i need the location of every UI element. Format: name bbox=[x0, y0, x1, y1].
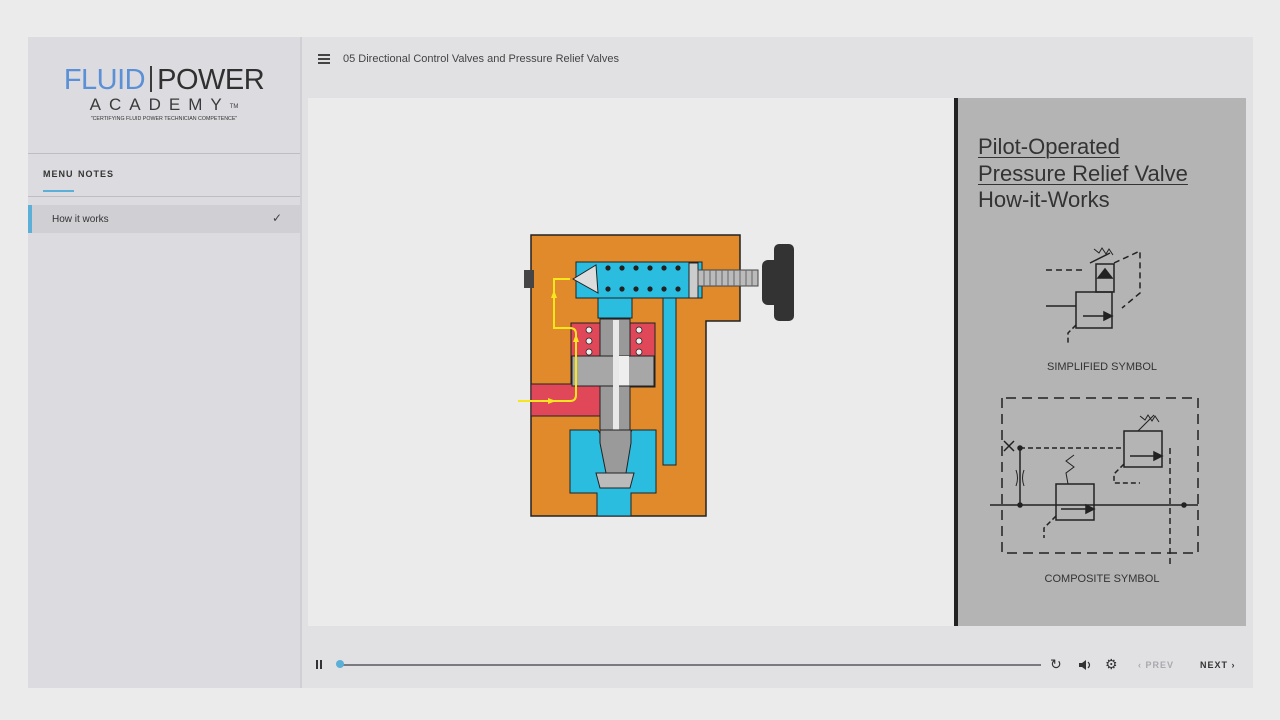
slide-stage: Pilot-Operated Pressure Relief Valve How… bbox=[308, 98, 1246, 626]
logo-tagline: "CERTIFYING FLUID POWER TECHNICIAN COMPE… bbox=[90, 116, 238, 122]
simplified-symbol bbox=[1046, 247, 1141, 343]
logo-word-power: POWER bbox=[157, 64, 265, 96]
spring-seat bbox=[688, 262, 699, 299]
sidebar-tabs: MENU NOTES bbox=[28, 154, 300, 197]
next-button-label: NEXT bbox=[1200, 660, 1229, 670]
replay-icon[interactable]: ↻ bbox=[1050, 656, 1062, 673]
hamburger-icon[interactable] bbox=[318, 54, 330, 64]
valve-box bbox=[1075, 291, 1113, 329]
sidebar: FLUID POWER ACADEMYTM "CERTIFYING FLUID P… bbox=[28, 37, 302, 688]
checkmark-icon: ✓ bbox=[271, 211, 282, 225]
pilot-valve-box bbox=[1123, 430, 1163, 468]
main-valve-box bbox=[1055, 483, 1095, 521]
info-panel: Pilot-Operated Pressure Relief Valve How… bbox=[954, 98, 1246, 626]
active-indicator bbox=[28, 205, 32, 233]
header: 05 Directional Control Valves and Pressu… bbox=[302, 37, 1253, 82]
sidebar-item-how-it-works[interactable]: How it works ✓ bbox=[28, 205, 300, 233]
tab-notes[interactable]: NOTES bbox=[78, 169, 114, 190]
brand-logo: FLUID POWER ACADEMYTM "CERTIFYING FLUID P… bbox=[28, 37, 300, 154]
course-player: FLUID POWER ACADEMYTM "CERTIFYING FLUID P… bbox=[28, 37, 1253, 688]
volume-icon[interactable] bbox=[1078, 659, 1092, 671]
prev-button-label: PREV bbox=[1145, 660, 1175, 670]
simplified-symbol-caption: SIMPLIFIED SYMBOL bbox=[1046, 361, 1158, 373]
spring-adjust-icon bbox=[1089, 252, 1111, 264]
fixed-orifice-icon bbox=[1003, 440, 1015, 452]
chevron-right-icon: › bbox=[1231, 660, 1236, 670]
logo-academy: ACADEMYTM bbox=[28, 95, 300, 115]
player-controls: ↻ ⚙ ‹ PREV NEXT › bbox=[302, 647, 1253, 687]
next-button[interactable]: NEXT › bbox=[1200, 660, 1236, 670]
pause-icon[interactable] bbox=[314, 657, 328, 675]
sidebar-item-label: How it works bbox=[52, 214, 109, 225]
logo-word-academy: ACADEMY bbox=[89, 95, 230, 114]
logo-trademark: TM bbox=[229, 104, 239, 110]
chevron-left-icon: ‹ bbox=[1138, 660, 1142, 670]
progress-bar[interactable] bbox=[339, 664, 1041, 666]
spool-poppet bbox=[599, 429, 632, 474]
valve-cutaway-illustration bbox=[518, 234, 794, 517]
prev-button[interactable]: ‹ PREV bbox=[1138, 660, 1174, 670]
pilot-passage bbox=[662, 297, 677, 466]
logo-wordmark: FLUID POWER bbox=[28, 65, 300, 95]
composite-enclosure bbox=[1001, 397, 1199, 554]
composite-symbol bbox=[990, 397, 1199, 568]
logo-divider bbox=[150, 66, 153, 92]
vent-plug bbox=[524, 270, 534, 288]
progress-scrubber[interactable] bbox=[336, 660, 344, 668]
lesson-title: 05 Directional Control Valves and Pressu… bbox=[343, 53, 619, 65]
logo-word-fluid: FLUID bbox=[63, 64, 146, 96]
composite-symbol-caption: COMPOSITE SYMBOL bbox=[1044, 573, 1160, 585]
tab-menu[interactable]: MENU bbox=[43, 169, 74, 192]
settings-icon[interactable]: ⚙ bbox=[1105, 656, 1118, 673]
